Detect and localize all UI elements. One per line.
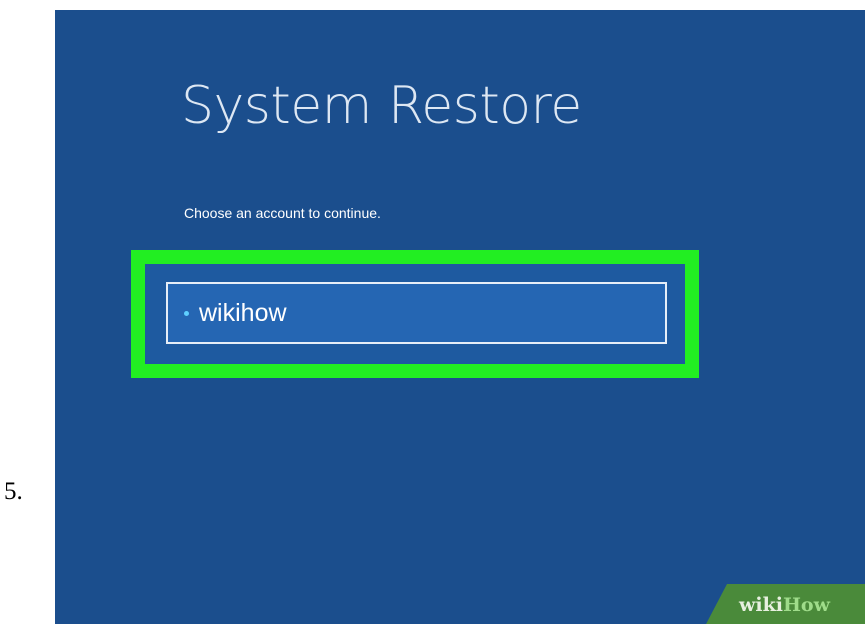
instruction-text: Choose an account to continue. [184, 205, 381, 221]
watermark-wiki: wiki [739, 594, 783, 616]
wikihow-watermark: wiki How [705, 584, 865, 624]
system-restore-screen: System Restore Choose an account to cont… [55, 10, 865, 624]
account-item-wikihow[interactable]: wikihow [166, 282, 667, 344]
step-number: 5. [4, 478, 23, 505]
page-title: System Restore [181, 76, 582, 136]
account-label: wikihow [199, 298, 287, 327]
bullet-icon [184, 310, 189, 316]
watermark-how: How [782, 594, 830, 616]
